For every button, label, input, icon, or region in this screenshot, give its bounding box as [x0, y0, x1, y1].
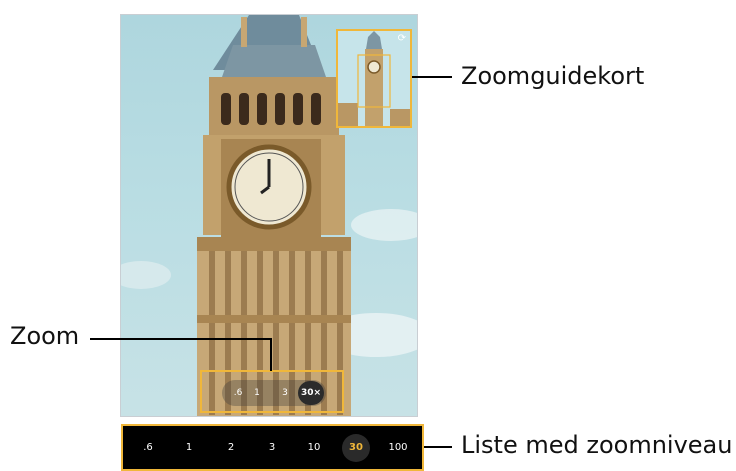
callout-line-zoom	[90, 338, 272, 340]
zoom-level-item[interactable]: 100	[383, 426, 413, 469]
zoom-level-item[interactable]: 10	[299, 426, 329, 469]
callout-label-guide-map: Zoomguidekort	[461, 62, 645, 90]
zoom-level-item-selected[interactable]: 30	[342, 434, 370, 462]
callout-label-zoom-list: Liste med zoomniveau	[461, 431, 733, 459]
zoom-level-list[interactable]: .6 1 2 3 10 30 100	[121, 424, 424, 471]
zoom-option[interactable]: 3	[275, 381, 295, 405]
callout-line-zoom-vertical	[270, 338, 272, 371]
zoom-control[interactable]: .6 1 3 30×	[200, 370, 344, 413]
callout-line-guide-map	[412, 76, 452, 78]
zoom-option[interactable]: .6	[228, 381, 248, 405]
zoom-option[interactable]: 1	[247, 381, 267, 405]
camera-switch-icon[interactable]: ⟳	[398, 34, 406, 44]
guide-map-preview	[338, 31, 410, 126]
callout-label-zoom: Zoom	[10, 322, 80, 350]
zoom-level-item[interactable]: 3	[257, 426, 287, 469]
zoom-level-item[interactable]: 1	[174, 426, 204, 469]
zoom-guide-map[interactable]: ⟳	[336, 29, 412, 128]
zoom-option-selected[interactable]: 30×	[298, 381, 324, 405]
callout-line-zoom-list	[424, 446, 452, 448]
zoom-level-item[interactable]: 2	[216, 426, 246, 469]
zoom-level-item[interactable]: .6	[133, 426, 163, 469]
